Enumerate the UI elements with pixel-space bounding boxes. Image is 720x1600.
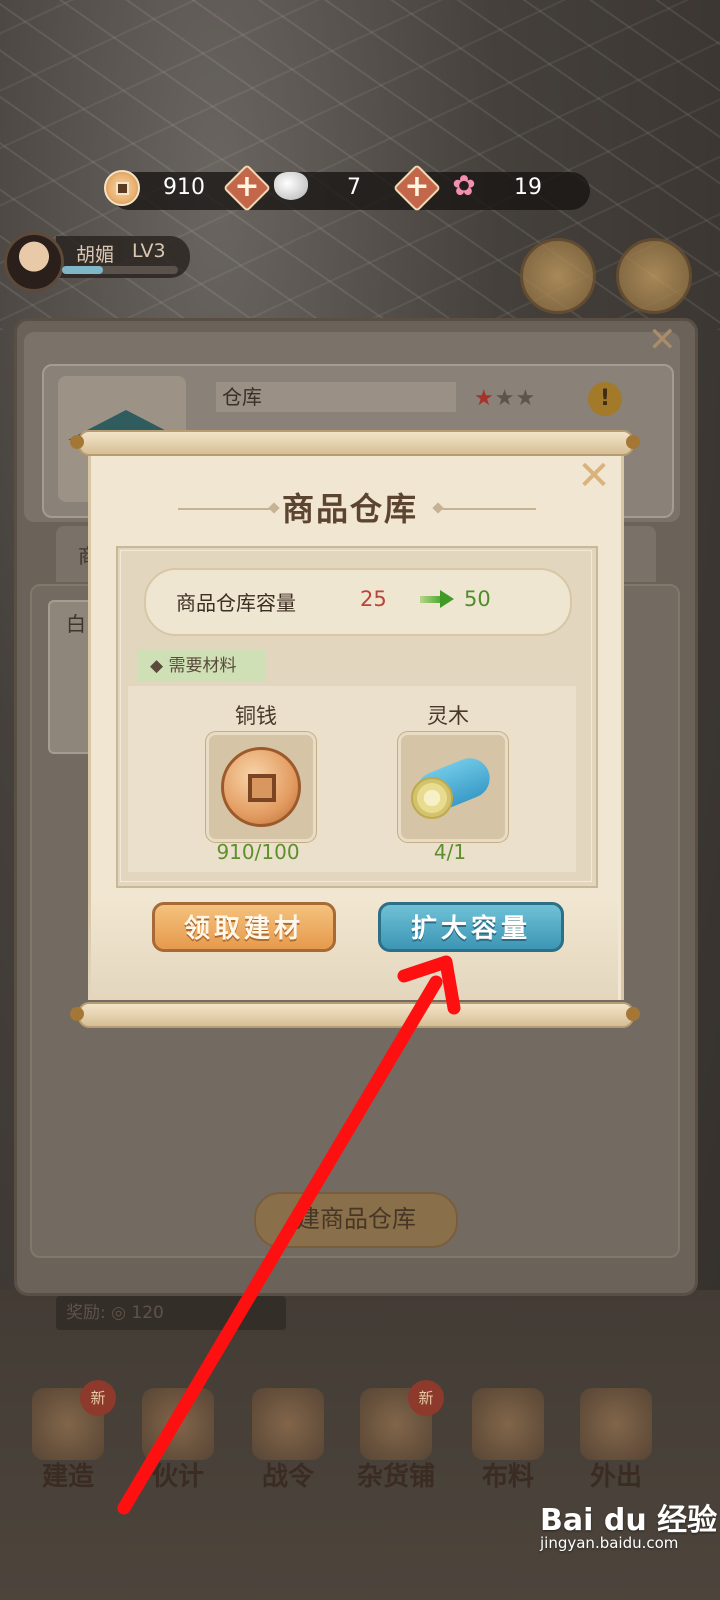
settings-gear-button[interactable] (616, 238, 692, 314)
material-slot-copper[interactable] (206, 732, 316, 842)
new-badge: 新 (408, 1380, 444, 1416)
nav-label: 伙计 (151, 1462, 204, 1492)
scroll-rod-cap (626, 435, 640, 449)
building-name: 仓库 (216, 382, 456, 412)
player-avatar[interactable] (4, 232, 64, 292)
peach-blossom-icon: ✿ (452, 169, 476, 202)
gift-button[interactable] (520, 238, 596, 314)
plus-icon: + (404, 169, 430, 204)
player-level: LV3 (132, 240, 166, 262)
baidu-watermark: Bai du 经验 (540, 1503, 718, 1538)
copper-coin-icon (221, 747, 301, 827)
nav-icon (472, 1388, 544, 1460)
star-icon-filled: ★ (474, 386, 495, 411)
material-slot-wood[interactable] (398, 732, 508, 842)
nav-label: 建造 (41, 1462, 94, 1492)
scroll-top-rod (78, 430, 634, 456)
log-rings-icon (411, 777, 453, 819)
star-icon-empty: ★ (515, 386, 537, 411)
nav-item-3[interactable]: 杂货铺 新 (346, 1380, 446, 1498)
nav-item-2[interactable]: 战令 (238, 1388, 338, 1498)
capacity-label: 商品仓库容量 (176, 591, 296, 615)
coin-icon: ◎ (111, 1303, 126, 1323)
nav-label: 布料 (481, 1462, 534, 1492)
info-button[interactable]: ! (588, 382, 622, 416)
nav-label: 战令 (261, 1462, 314, 1492)
material-name-copper: 铜钱 (235, 704, 277, 728)
baidu-watermark-url: jingyan.baidu.com (540, 1534, 679, 1552)
nav-icon (580, 1388, 652, 1460)
scroll-rod-cap (70, 435, 84, 449)
dialog-close-icon[interactable]: ✕ (574, 456, 614, 496)
scroll-rod-cap (70, 1007, 84, 1021)
nav-item-1[interactable]: 伙计 (128, 1388, 228, 1498)
green-arrow-icon (420, 590, 454, 608)
nav-item-5[interactable]: 外出 (566, 1388, 666, 1498)
nav-item-4[interactable]: 布料 (458, 1388, 558, 1498)
capacity-current: 25 (360, 587, 387, 611)
nav-label: 外出 (589, 1462, 642, 1492)
silver-ingot-icon (274, 172, 308, 200)
scroll-rod-cap (626, 1007, 640, 1021)
flower-amount: 19 (514, 175, 542, 200)
expand-capacity-button[interactable]: 扩大容量 (378, 902, 564, 952)
build-warehouse-button[interactable]: 建商品仓库 (254, 1192, 458, 1248)
new-badge: 新 (80, 1380, 116, 1416)
reward-label: 奖励: (66, 1303, 106, 1323)
silver-amount: 7 (347, 175, 361, 200)
copper-coin-icon (104, 170, 140, 206)
nav-label: 杂货铺 (356, 1462, 435, 1492)
scroll-bottom-rod (78, 1002, 634, 1028)
capacity-next: 50 (464, 587, 491, 611)
xp-bar-fill (62, 266, 103, 274)
nav-icon (142, 1388, 214, 1460)
collect-materials-button[interactable]: 领取建材 (152, 902, 336, 952)
material-count-copper: 910/100 (216, 840, 300, 864)
reward-value: 120 (131, 1303, 164, 1323)
nav-item-0[interactable]: 建造 新 (18, 1380, 118, 1498)
material-name-wood: 灵木 (427, 704, 469, 728)
coin-amount: 910 (163, 175, 205, 200)
plus-icon: + (234, 169, 260, 204)
map-roads-texture (0, 0, 720, 330)
xp-bar (62, 266, 178, 274)
nav-icon (252, 1388, 324, 1460)
building-star-rating: ★★★ (474, 386, 536, 411)
panel-close-icon[interactable]: ✕ (648, 320, 677, 360)
materials-tag: ◆ 需要材料 (138, 650, 266, 682)
dialog-title: 商品仓库 (281, 490, 418, 528)
star-icon-empty: ★ (494, 386, 516, 411)
goods-item-label: 白 (66, 612, 86, 636)
reward-bar: 奖励: ◎ 120 (56, 1296, 286, 1330)
player-name: 胡媚 (76, 244, 115, 266)
material-count-wood: 4/1 (433, 840, 467, 864)
